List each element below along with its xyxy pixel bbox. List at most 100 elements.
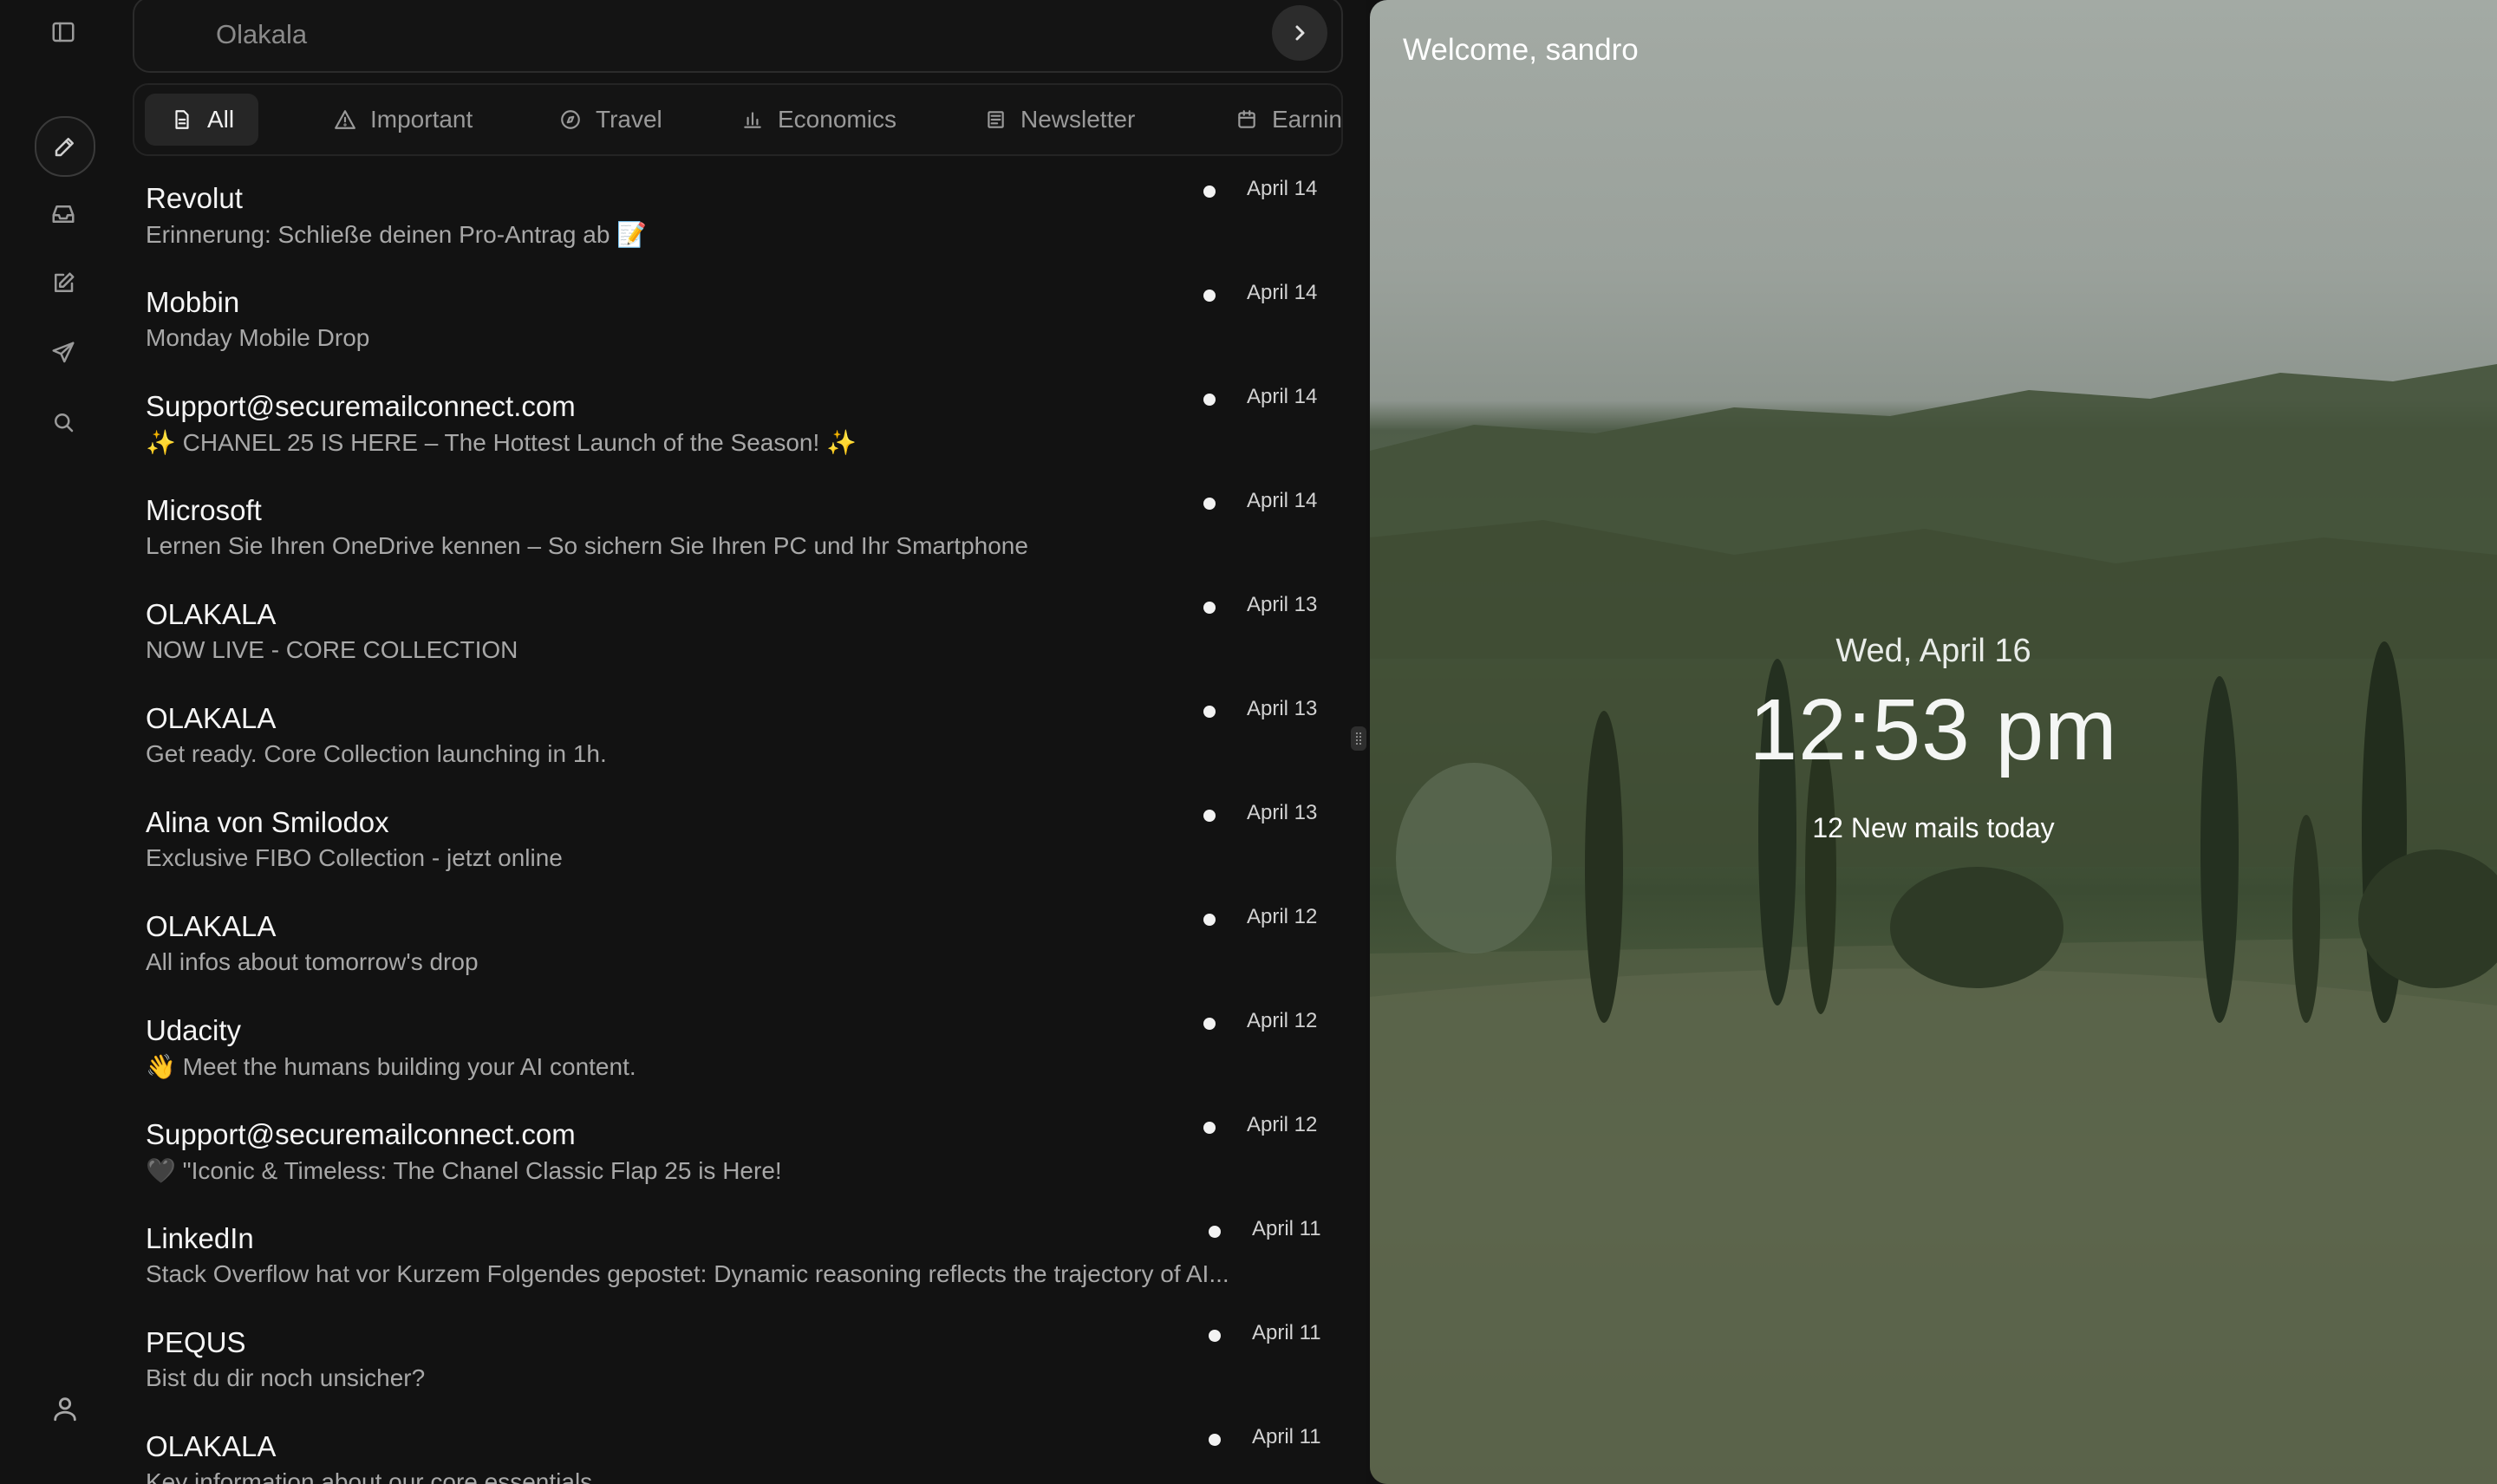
mail-subject: Monday Mobile Drop <box>146 324 370 351</box>
unread-dot <box>1203 810 1216 822</box>
mail-row[interactable]: Udacity 👋 Meet the humans building your … <box>128 1006 1342 1110</box>
mail-subject: 🖤 "Iconic & Timeless: The Chanel Classic… <box>146 1157 782 1184</box>
tab-label: Economics <box>778 106 896 133</box>
mail-row[interactable]: OLAKALA NOW LIVE - CORE COLLECTION April… <box>128 589 1342 693</box>
unread-dot <box>1203 1122 1216 1134</box>
chevron-right-icon <box>1295 25 1305 41</box>
mail-date: April 14 <box>1247 385 1318 408</box>
search-bar <box>133 0 1343 73</box>
sidebar-toggle-icon[interactable] <box>35 3 92 61</box>
mail-sender: Microsoft <box>146 494 262 526</box>
mail-row[interactable]: OLAKALA Get ready. Core Collection launc… <box>128 693 1342 797</box>
unread-dot <box>1203 706 1216 718</box>
alert-triangle-icon <box>335 110 355 129</box>
bar-chart-icon <box>744 112 761 128</box>
mail-sender: LinkedIn <box>146 1222 254 1254</box>
tab-label: Important <box>370 106 473 133</box>
unread-dot <box>1209 1434 1221 1446</box>
tab-travel[interactable]: Travel <box>533 94 687 146</box>
mail-date: April 12 <box>1247 905 1318 928</box>
mail-sender: Udacity <box>146 1014 242 1046</box>
tab-all[interactable]: All <box>145 94 259 146</box>
search-input[interactable] <box>214 12 1215 57</box>
tab-important[interactable]: Important <box>308 94 497 146</box>
compose-pen-icon[interactable] <box>35 116 95 177</box>
mail-sender: Revolut <box>146 182 243 214</box>
unread-dot <box>1203 498 1216 510</box>
mail-subject: ✨ CHANEL 25 IS HERE – The Hottest Launch… <box>146 429 857 456</box>
tab-newsletter[interactable]: Newsletter <box>958 94 1159 146</box>
mail-subject: Stack Overflow hat vor Kurzem Folgendes … <box>146 1260 1229 1287</box>
tab-label: Earning <box>1272 106 1342 133</box>
mail-row[interactable]: Support@securemailconnect.com ✨ CHANEL 2… <box>128 381 1342 485</box>
unread-dot <box>1203 394 1216 406</box>
resize-handle[interactable] <box>1351 726 1366 751</box>
mail-subject: Lernen Sie Ihren OneDrive kennen – So si… <box>146 532 1028 559</box>
mail-sender: OLAKALA <box>146 910 277 942</box>
mail-row[interactable]: Microsoft Lernen Sie Ihren OneDrive kenn… <box>128 485 1342 589</box>
newspaper-icon <box>988 111 1004 128</box>
mail-row[interactable]: Alina von Smilodox Exclusive FIBO Collec… <box>128 797 1342 901</box>
mail-date: April 14 <box>1247 281 1318 304</box>
mail-row[interactable]: OLAKALA All infos about tomorrow's drop … <box>128 901 1342 1006</box>
mail-subject: Get ready. Core Collection launching in … <box>146 740 607 767</box>
mail-sender: Mobbin <box>146 286 240 318</box>
mail-row[interactable]: LinkedIn Stack Overflow hat vor Kurzem F… <box>128 1214 1342 1318</box>
unread-dot <box>1203 186 1216 198</box>
mail-sender: OLAKALA <box>146 702 277 734</box>
compass-icon <box>561 110 580 129</box>
current-date: Wed, April 16 <box>1835 633 2031 669</box>
mail-date: April 13 <box>1247 593 1318 616</box>
mail-date: April 11 <box>1252 1217 1321 1240</box>
inbox-icon[interactable] <box>35 186 92 243</box>
mail-date: April 12 <box>1247 1113 1318 1136</box>
mail-sender: OLAKALA <box>146 598 277 630</box>
tab-economics[interactable]: Economics <box>715 94 921 146</box>
file-text-icon <box>175 110 189 129</box>
mail-subject: 👋 Meet the humans building your AI conte… <box>146 1053 636 1080</box>
search-submit-button[interactable] <box>1272 5 1327 61</box>
unread-dot <box>1203 602 1216 614</box>
mail-sender: Alina von Smilodox <box>146 806 389 838</box>
mail-row[interactable]: Mobbin Monday Mobile Drop April 14 <box>128 277 1342 381</box>
tab-label: Travel <box>596 106 662 133</box>
mail-row[interactable]: OLAKALA Key information about our core e… <box>128 1422 1342 1484</box>
mail-date: April 13 <box>1247 697 1318 720</box>
mail-subject: Key information about our core essential… <box>146 1468 593 1484</box>
mail-list-pane: All Important Travel Economics Newslette… <box>128 0 1366 1484</box>
mail-date: April 11 <box>1252 1425 1321 1448</box>
mail-sender: Support@securemailconnect.com <box>146 1118 576 1150</box>
mail-subject: NOW LIVE - CORE COLLECTION <box>146 636 518 663</box>
mail-subject: Bist du dir noch unsicher? <box>146 1364 426 1391</box>
mail-subject: Exclusive FIBO Collection - jetzt online <box>146 844 563 871</box>
mail-row[interactable]: Revolut Erinnerung: Schließe deinen Pro-… <box>128 173 1342 277</box>
mail-row[interactable]: PEQUS Bist du dir noch unsicher? April 1… <box>128 1318 1342 1422</box>
send-icon[interactable] <box>35 324 92 381</box>
mail-date: April 14 <box>1247 177 1318 200</box>
tab-label: All <box>207 106 235 133</box>
new-mail-count: 12 New mails today <box>1812 812 2055 843</box>
mail-subject: Erinnerung: Schließe deinen Pro-Antrag a… <box>146 221 648 248</box>
mail-sender: OLAKALA <box>146 1430 277 1462</box>
mail-date: April 11 <box>1252 1321 1321 1344</box>
mail-date: April 12 <box>1247 1009 1318 1032</box>
unread-dot <box>1203 1018 1216 1030</box>
unread-dot <box>1203 914 1216 926</box>
category-tabs: All Important Travel Economics Newslette… <box>133 83 1343 156</box>
welcome-text: Welcome, sandro <box>1403 33 1639 67</box>
unread-dot <box>1203 290 1216 302</box>
unread-dot <box>1209 1226 1221 1238</box>
nav-rail <box>0 0 128 1484</box>
unread-dot <box>1209 1330 1221 1342</box>
edit-icon[interactable] <box>35 255 92 312</box>
mail-sender: Support@securemailconnect.com <box>146 390 576 422</box>
mail-subject: All infos about tomorrow's drop <box>146 948 479 975</box>
user-icon[interactable] <box>36 1380 94 1437</box>
tab-earning[interactable]: Earning <box>1209 94 1342 146</box>
mail-date: April 13 <box>1247 801 1318 824</box>
calendar-icon <box>1238 110 1255 128</box>
current-time: 12:53 pm <box>1749 681 2118 778</box>
mail-row[interactable]: Support@securemailconnect.com 🖤 "Iconic … <box>128 1110 1342 1214</box>
search-icon[interactable] <box>35 394 92 451</box>
welcome-panel: Welcome, sandro Wed, April 16 12:53 pm 1… <box>1370 0 2497 1484</box>
